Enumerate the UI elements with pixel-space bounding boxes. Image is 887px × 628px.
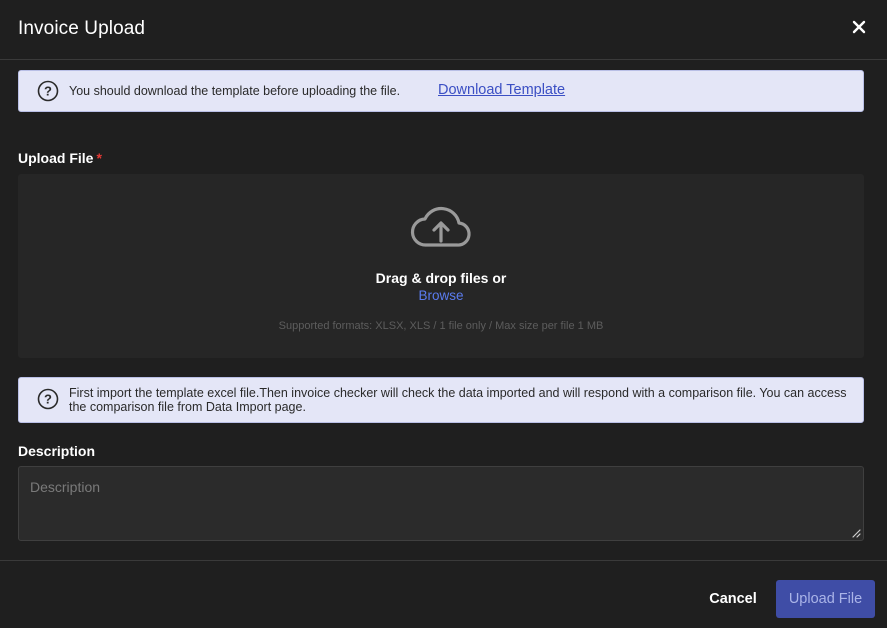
- cloud-upload-icon: [410, 206, 471, 247]
- upload-file-label: Upload File *: [18, 150, 102, 166]
- cancel-button[interactable]: Cancel: [700, 580, 766, 618]
- description-label: Description: [18, 443, 96, 459]
- import-notice-text: First import the template excel file.The…: [69, 386, 847, 414]
- resize-handle-icon[interactable]: [851, 528, 861, 538]
- question-circle-icon: ?: [37, 80, 59, 102]
- svg-text:?: ?: [44, 392, 52, 407]
- svg-text:?: ?: [44, 84, 52, 99]
- browse-link[interactable]: Browse: [18, 288, 864, 303]
- download-notice-text: You should download the template before …: [69, 84, 401, 98]
- drag-drop-text: Drag & drop files or: [375, 270, 507, 286]
- upload-file-label-text: Upload File: [18, 150, 94, 166]
- modal-header: Invoice Upload: [0, 0, 887, 60]
- download-template-link[interactable]: Download Template: [438, 82, 565, 98]
- invoice-upload-modal: Invoice Upload ? You should download the…: [0, 0, 887, 628]
- required-mark: *: [96, 150, 102, 166]
- download-template-notice: ? You should download the template befor…: [18, 70, 864, 112]
- import-info-notice: ? First import the template excel file.T…: [18, 377, 864, 423]
- supported-formats-text: Supported formats: XLSX, XLS / 1 file on…: [278, 320, 604, 332]
- modal-title: Invoice Upload: [18, 18, 146, 39]
- file-dropzone[interactable]: Drag & drop files or Browse Supported fo…: [18, 174, 864, 358]
- close-button[interactable]: [848, 16, 870, 38]
- description-textarea[interactable]: [19, 467, 863, 540]
- close-icon: [852, 20, 866, 34]
- modal-footer: Cancel Upload File: [0, 560, 887, 628]
- upload-file-button[interactable]: Upload File: [776, 580, 875, 618]
- description-field-wrapper: [18, 466, 864, 541]
- question-circle-icon: ?: [37, 388, 59, 410]
